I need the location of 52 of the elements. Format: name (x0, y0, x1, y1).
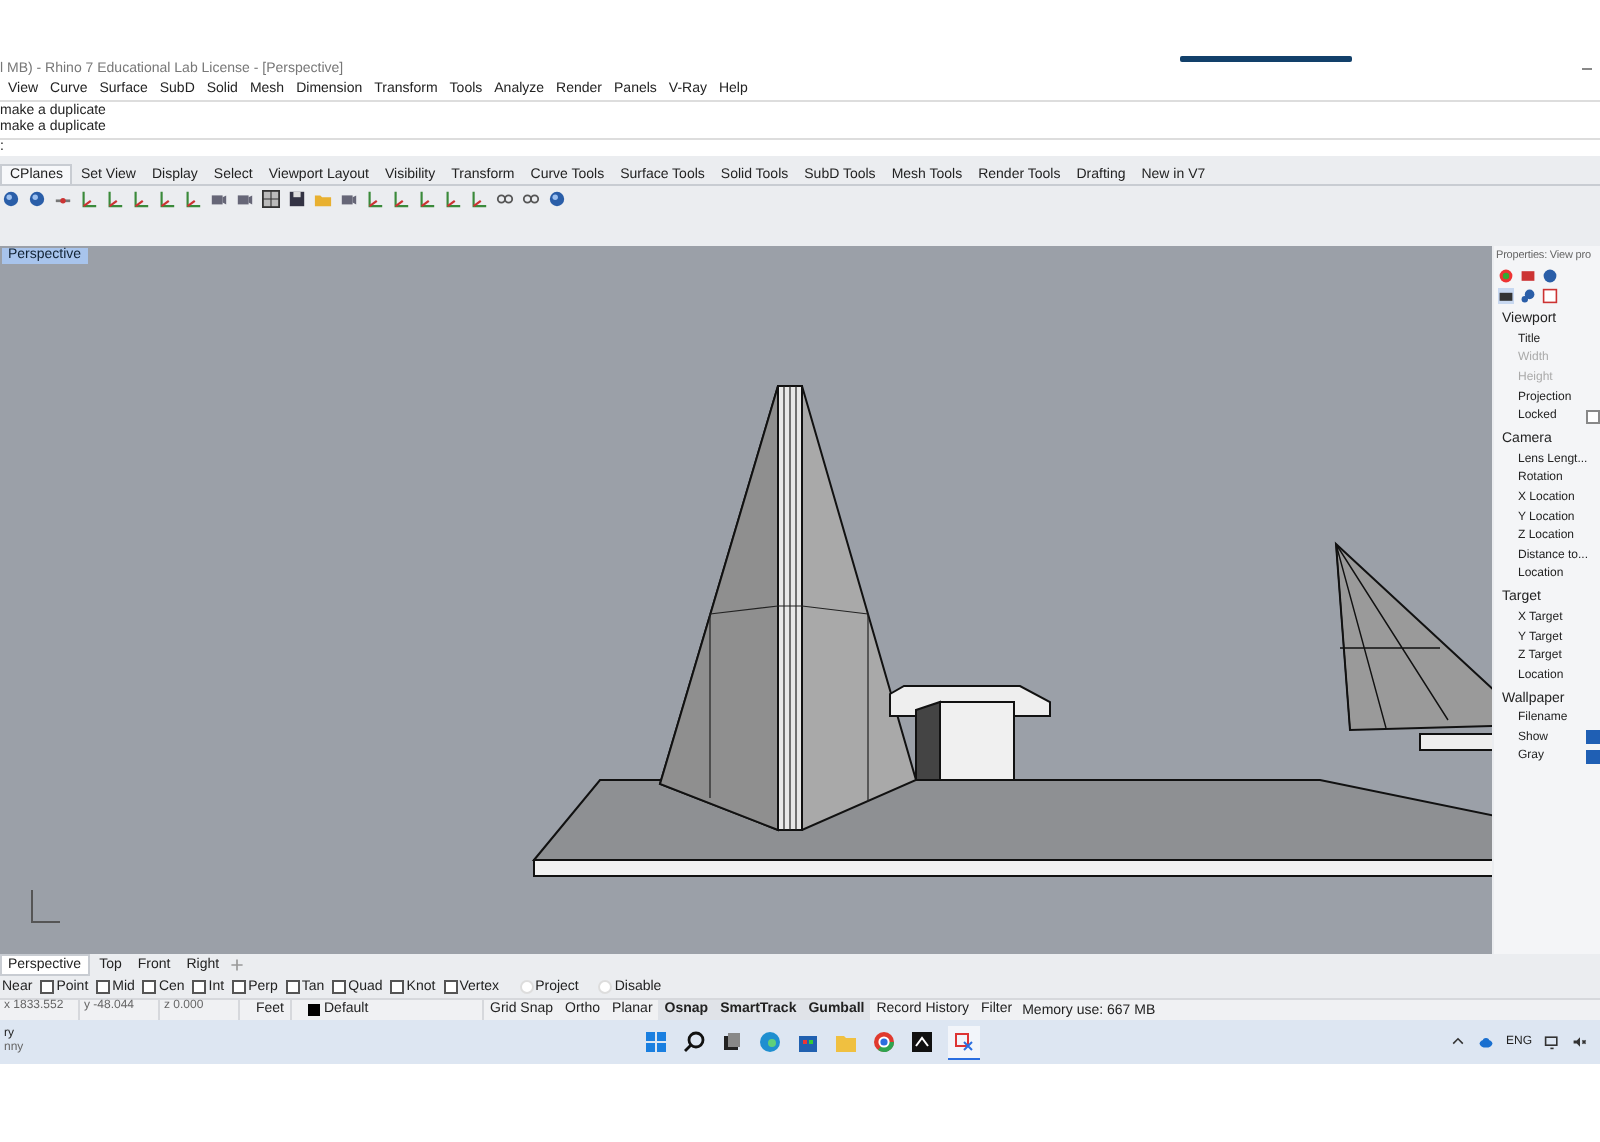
axes-icon[interactable] (106, 190, 124, 208)
app-icon[interactable] (910, 1030, 934, 1054)
radio-button[interactable] (519, 980, 534, 994)
layer-swatch[interactable] (308, 1004, 320, 1016)
checkbox[interactable] (390, 980, 405, 994)
axes-icon[interactable] (184, 190, 202, 208)
task-view-icon[interactable] (720, 1030, 744, 1054)
camera-icon[interactable] (1498, 288, 1514, 304)
search-icon[interactable] (682, 1030, 706, 1054)
store-icon[interactable] (796, 1030, 820, 1054)
axes-icon[interactable] (392, 190, 410, 208)
axes-icon[interactable] (80, 190, 98, 208)
axes-icon[interactable] (132, 190, 150, 208)
checkbox[interactable] (1586, 730, 1600, 745)
axes-icon[interactable] (470, 190, 488, 208)
cloud-icon[interactable] (1477, 1034, 1494, 1050)
sphere-icon[interactable] (548, 190, 566, 208)
chevron-up-icon[interactable] (1449, 1034, 1466, 1050)
sphere-icon[interactable] (28, 190, 46, 208)
checkbox[interactable] (142, 980, 157, 994)
sphere-icon[interactable] (2, 190, 20, 208)
checkbox[interactable] (40, 980, 55, 994)
axes-icon[interactable] (418, 190, 436, 208)
axes-icon[interactable] (444, 190, 462, 208)
axes-icon[interactable] (158, 190, 176, 208)
round-browser-icon[interactable] (872, 1030, 896, 1054)
checkbox[interactable] (192, 980, 207, 994)
camera-icon[interactable] (210, 190, 228, 208)
radio-button[interactable] (598, 980, 613, 994)
chain-icon[interactable] (496, 190, 514, 208)
checkbox[interactable] (232, 980, 247, 994)
checkbox[interactable] (1586, 409, 1600, 424)
checkbox[interactable] (443, 980, 458, 994)
axis-indicator-icon (31, 889, 61, 923)
chain-icon[interactable] (522, 190, 540, 208)
muted-speaker-icon[interactable] (1572, 1034, 1588, 1050)
sphere-icon[interactable] (1542, 268, 1558, 284)
color-wheel-icon[interactable] (1498, 268, 1514, 284)
minimize-icon[interactable] (1582, 67, 1592, 69)
camera-icon[interactable] (340, 190, 358, 208)
checkbox[interactable] (285, 980, 300, 994)
snipping-tool-icon[interactable] (948, 1025, 980, 1059)
checkbox[interactable] (1586, 749, 1600, 764)
axes-icon[interactable] (366, 190, 384, 208)
monitor-icon[interactable] (1544, 1034, 1560, 1050)
sphere-icon[interactable] (1520, 288, 1536, 304)
checkbox[interactable] (332, 980, 347, 994)
frame-icon[interactable] (1542, 288, 1558, 304)
checkbox[interactable] (96, 980, 111, 994)
camera-icon[interactable] (236, 190, 254, 208)
grid-icon[interactable] (262, 190, 280, 208)
windows-logo-icon[interactable] (644, 1030, 668, 1054)
